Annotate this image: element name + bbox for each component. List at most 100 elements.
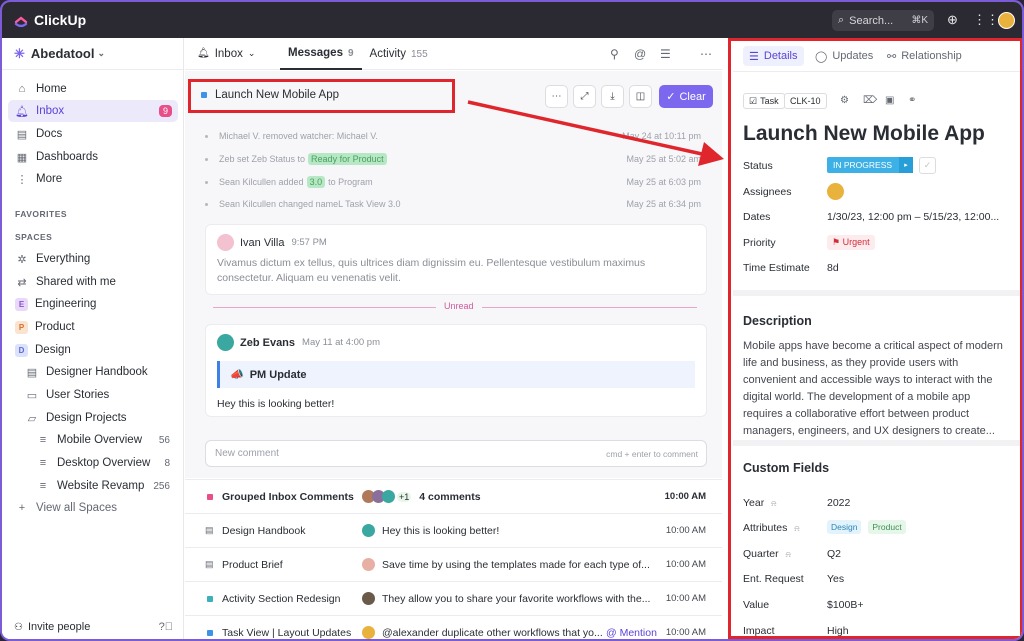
inbox-dropdown[interactable]: 🔔︎ Inbox ⌄ [197, 48, 255, 60]
row-preview: Save time by using the templates made fo… [362, 558, 652, 571]
more-button[interactable]: ⋯ [545, 85, 568, 108]
tab-label: Messages [288, 47, 343, 59]
list-label: Mobile Overview [57, 434, 142, 446]
list-icon: ≡ [39, 480, 47, 492]
help-icon[interactable]: ?⃝ [159, 621, 173, 633]
expand-button[interactable]: ⤢ [573, 85, 596, 108]
avatar [362, 592, 375, 605]
space-label: Everything [36, 253, 91, 265]
view-all-label: View all Spaces [36, 502, 117, 514]
list-website-revamp[interactable]: ≡ Website Revamp 256 [8, 475, 178, 497]
workspace-switcher[interactable]: ✳ Abedatool ⌄ [2, 38, 183, 70]
folder-user-stories[interactable]: ▭ User Stories [8, 384, 178, 406]
folder-label: Design Projects [46, 412, 127, 424]
sidebar-item-label: Home [36, 83, 67, 95]
apps-grid-icon[interactable]: ⋮⋮ [973, 12, 999, 28]
message-card[interactable]: Ivan Villa 9:57 PM Vivamus dictum ex tel… [205, 224, 707, 295]
filter-icon[interactable]: ☰ [660, 47, 671, 61]
bell-icon: 🔔︎ [197, 48, 210, 59]
highlight-box-detail [728, 38, 1022, 639]
quoted-update[interactable]: 📣 PM Update [217, 361, 695, 388]
message-card[interactable]: Zeb Evans May 11 at 4:00 pm 📣 PM Update … [205, 324, 707, 417]
sidebar-item-docs[interactable]: ▤ Docs [8, 123, 178, 145]
sidebar-item-label: Inbox [36, 105, 65, 117]
inbox-count-badge: 9 [158, 105, 172, 117]
more-icon: ⋮ [16, 173, 28, 186]
space-label: Engineering [35, 298, 97, 310]
folder-design-projects[interactable]: ▱ Design Projects [8, 407, 178, 429]
space-everything[interactable]: ✲ Everything [8, 248, 178, 270]
more-options-icon[interactable]: ⋯ [700, 47, 712, 61]
tab-count: 155 [410, 48, 428, 60]
search-placeholder: Search... [849, 14, 894, 27]
user-avatar[interactable] [998, 12, 1015, 29]
sidebar-item-more[interactable]: ⋮ More [8, 168, 178, 190]
tab-count: 9 [347, 47, 354, 59]
panel-button[interactable]: ◫ [629, 85, 652, 108]
inbox-row[interactable]: ▤ Product Brief Save time by using the t… [185, 547, 722, 581]
space-shared[interactable]: ⇄ Shared with me [8, 271, 178, 293]
clear-button[interactable]: ✓ Clear [659, 85, 713, 108]
list-desktop-overview[interactable]: ≡ Desktop Overview 8 [8, 452, 178, 474]
list-count: 256 [153, 480, 170, 492]
space-design[interactable]: D Design [8, 339, 178, 361]
add-icon[interactable]: ⊕ [947, 12, 958, 28]
inbox-row[interactable]: Activity Section Redesign They allow you… [185, 581, 722, 615]
inbox-row[interactable]: ▤ Design Handbook Hey this is looking be… [185, 513, 722, 547]
favorites-heading[interactable]: FAVORITES [15, 209, 67, 219]
list-mobile-overview[interactable]: ≡ Mobile Overview 56 [8, 429, 178, 451]
search-shortcut: ⌘K [911, 15, 928, 26]
unread-label: Unread [436, 301, 482, 311]
highlight-box-title [188, 79, 455, 113]
thread-panel: Launch New Mobile App ⋯ ⤢ ⤓ ◫ ✓ Clear Mi… [185, 71, 722, 478]
space-avatar: P [15, 320, 28, 334]
row-title: Activity Section Redesign [222, 592, 341, 605]
list-color-square [207, 493, 213, 500]
inbox-row[interactable]: Grouped Inbox Comments +1 4 comments 10:… [185, 479, 722, 513]
download-icon: ⤓ [610, 91, 615, 102]
spaces-heading[interactable]: SPACES [15, 232, 52, 242]
folder-label: User Stories [46, 389, 110, 401]
space-avatar: D [15, 343, 28, 357]
tab-activity[interactable]: Activity 155 [362, 38, 436, 70]
share-icon: ⇄ [17, 276, 27, 289]
tab-label: Activity [369, 48, 406, 60]
history-text: Zeb set Zeb Status to [219, 154, 306, 164]
person-icon[interactable]: ⚲ [610, 47, 619, 61]
row-preview-text: @alexander duplicate other workflows tha… [382, 626, 602, 639]
unread-divider: Unread [213, 301, 697, 311]
space-product[interactable]: P Product [8, 316, 178, 338]
inbox-tabs: Messages 9 Activity 155 [280, 38, 436, 70]
comment-placeholder: New comment [215, 448, 279, 459]
sidebar-item-inbox[interactable]: 🔔︎ Inbox 9 [8, 100, 178, 122]
download-button[interactable]: ⤓ [601, 85, 624, 108]
avatar [217, 234, 234, 251]
doc-designer-handbook[interactable]: ▤ Designer Handbook [8, 361, 178, 383]
comment-input[interactable]: New comment cmd + enter to comment [205, 440, 707, 467]
invite-people-button[interactable]: ⚇ Invite people [14, 621, 90, 633]
message-header: Zeb Evans May 11 at 4:00 pm [217, 334, 380, 351]
at-icon[interactable]: @ [634, 47, 646, 61]
row-title: Task View | Layout Updates [222, 626, 352, 639]
history-item: Michael V. removed watcher: Michael V. M… [205, 128, 705, 144]
history-text: Sean Kilcullen added [219, 177, 304, 187]
sidebar-item-home[interactable]: ⌂ Home [8, 78, 178, 100]
inbox-dropdown-label: Inbox [214, 47, 243, 60]
message-header: Ivan Villa 9:57 PM [217, 234, 327, 251]
inbox-header: 🔔︎ Inbox ⌄ Messages 9 Activity 155 ⚲ @ ☰… [185, 38, 722, 70]
list-color-square [207, 595, 213, 602]
space-engineering[interactable]: E Engineering [8, 293, 178, 315]
app-name: ClickUp [34, 12, 87, 28]
list-count: 56 [158, 434, 170, 446]
search-bar[interactable]: ⌕ Search... ⌘K [832, 10, 934, 31]
row-preview: Hey this is looking better! [362, 524, 652, 537]
clickup-logo[interactable]: ClickUp [14, 12, 86, 28]
inbox-row[interactable]: Task View | Layout Updates @alexander du… [185, 615, 722, 639]
sidebar-item-dashboards[interactable]: ▦ Dashboards [8, 146, 178, 168]
history-time: May 24 at 10:11 pm [622, 131, 701, 141]
tab-messages[interactable]: Messages 9 [280, 38, 362, 70]
view-all-spaces[interactable]: + View all Spaces [8, 497, 178, 519]
row-time: 10:00 AM [665, 525, 706, 536]
user-plus-icon: ⚇ [14, 621, 23, 633]
everything-icon: ✲ [17, 253, 27, 266]
